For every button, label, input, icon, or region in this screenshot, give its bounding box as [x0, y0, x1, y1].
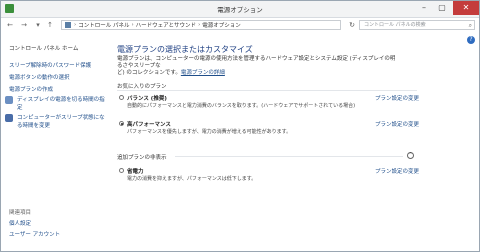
- breadcrumb-power-options[interactable]: 電源オプション: [202, 21, 241, 29]
- plan-radio-high-performance[interactable]: [119, 121, 124, 126]
- plan-radio-balanced[interactable]: [119, 95, 124, 100]
- window-title: 電源オプション: [217, 6, 263, 14]
- breadcrumb-control-panel[interactable]: コントロール パネル: [78, 21, 129, 29]
- breadcrumb-hardware-sound[interactable]: ハードウェアとサウンド: [136, 21, 196, 29]
- section-divider: [117, 90, 417, 91]
- control-panel-icon: [65, 22, 71, 28]
- recent-dropdown-icon[interactable]: ▾: [33, 20, 43, 30]
- plan-name-power-saver: 省電力: [127, 169, 144, 175]
- description-line-1: 電源プランは、コンピューターの電源の使用方法を管理するハードウェア設定とシステム…: [117, 56, 396, 69]
- description-line-2: ど) のコレクションです。: [117, 70, 181, 76]
- breadcrumb-separator: ›: [198, 22, 201, 28]
- search-placeholder: コントロール パネルの検索: [364, 22, 426, 28]
- change-plan-settings-power-saver[interactable]: プラン設定の変更: [375, 167, 419, 175]
- sidebar-item-create-plan[interactable]: 電源プランの作成: [9, 87, 53, 93]
- sidebar-item-user-accounts[interactable]: ユーザー アカウント: [9, 232, 60, 238]
- search-input[interactable]: コントロール パネルの検索 ⌕: [359, 20, 475, 30]
- left-navigation: コントロール パネル ホーム スリープ解除時のパスワード保護 電源ボタンの動作の…: [1, 34, 111, 251]
- favorite-plans-label: お気に入りのプラン: [117, 84, 167, 90]
- minimize-button[interactable]: –: [415, 1, 433, 15]
- search-icon[interactable]: ⌕: [469, 21, 472, 30]
- page-title: 電源プランの選択またはカスタマイズ: [117, 45, 253, 54]
- hide-additional-plans-label[interactable]: 追加プランの非表示: [117, 153, 167, 161]
- sidebar-item-wake-password[interactable]: スリープ解除時のパスワード保護: [9, 63, 91, 69]
- plan-desc-high-performance: パフォーマンスを優先しますが、電力の消費が増える可能性があります。: [127, 129, 292, 135]
- sidebar-item-sleep-time[interactable]: コンピューターがスリープ状態になる時間を変更: [17, 115, 105, 129]
- plan-desc-balanced: 自動的にパフォーマンスと電力消費のバランスを取ります。(ハードウェアでサポートさ…: [127, 103, 356, 109]
- sleep-icon: [5, 114, 13, 122]
- sidebar-item-power-button[interactable]: 電源ボタンの動作の選択: [9, 75, 70, 81]
- sidebar-item-display-off[interactable]: ディスプレイの電源を切る時間の指定: [17, 97, 105, 111]
- page-description: 電源プランは、コンピューターの電源の使用方法を管理するハードウェア設定とシステム…: [117, 56, 397, 77]
- change-plan-settings-balanced[interactable]: プラン設定の変更: [375, 94, 419, 102]
- plan-name-balanced: バランス (推奨): [127, 96, 167, 102]
- control-panel-home-link[interactable]: コントロール パネル ホーム: [9, 44, 78, 52]
- plan-name-high-performance: 高パフォーマンス: [127, 122, 171, 128]
- sidebar-item-personalization[interactable]: 個人設定: [9, 221, 31, 227]
- title-bar: 電源オプション – ▢ ✕: [1, 1, 479, 18]
- forward-arrow-icon[interactable]: →: [19, 20, 29, 30]
- navigation-toolbar: ← → ▾ ↑ › コントロール パネル › ハードウェアとサウンド › 電源オ…: [1, 18, 479, 32]
- window: 電源オプション – ▢ ✕ ← → ▾ ↑ › コントロール パネル › ハード…: [0, 0, 480, 252]
- power-plan-details-link[interactable]: 電源プランの詳細: [181, 70, 225, 76]
- address-bar[interactable]: › コントロール パネル › ハードウェアとサウンド › 電源オプション: [61, 20, 341, 30]
- breadcrumb-separator: ›: [131, 22, 134, 28]
- change-plan-settings-high-performance[interactable]: プラン設定の変更: [375, 120, 419, 128]
- section-divider: [175, 156, 403, 157]
- collapse-chevron-icon[interactable]: ⌃: [407, 152, 414, 159]
- plan-desc-power-saver: 電力の消費を抑えますが、パフォーマンスは低下します。: [127, 176, 257, 182]
- related-heading: 関連項目: [9, 210, 32, 216]
- up-arrow-icon[interactable]: ↑: [45, 20, 55, 30]
- breadcrumb-separator: ›: [74, 22, 77, 28]
- refresh-icon[interactable]: ↻: [347, 20, 357, 30]
- plan-radio-power-saver[interactable]: [119, 168, 124, 173]
- maximize-button[interactable]: ▢: [433, 1, 451, 15]
- back-arrow-icon[interactable]: ←: [5, 20, 15, 30]
- close-button[interactable]: ✕: [453, 1, 479, 15]
- display-icon: [5, 96, 13, 104]
- main-content: 電源プランの選択またはカスタマイズ 電源プランは、コンピューターの電源の使用方法…: [117, 34, 479, 251]
